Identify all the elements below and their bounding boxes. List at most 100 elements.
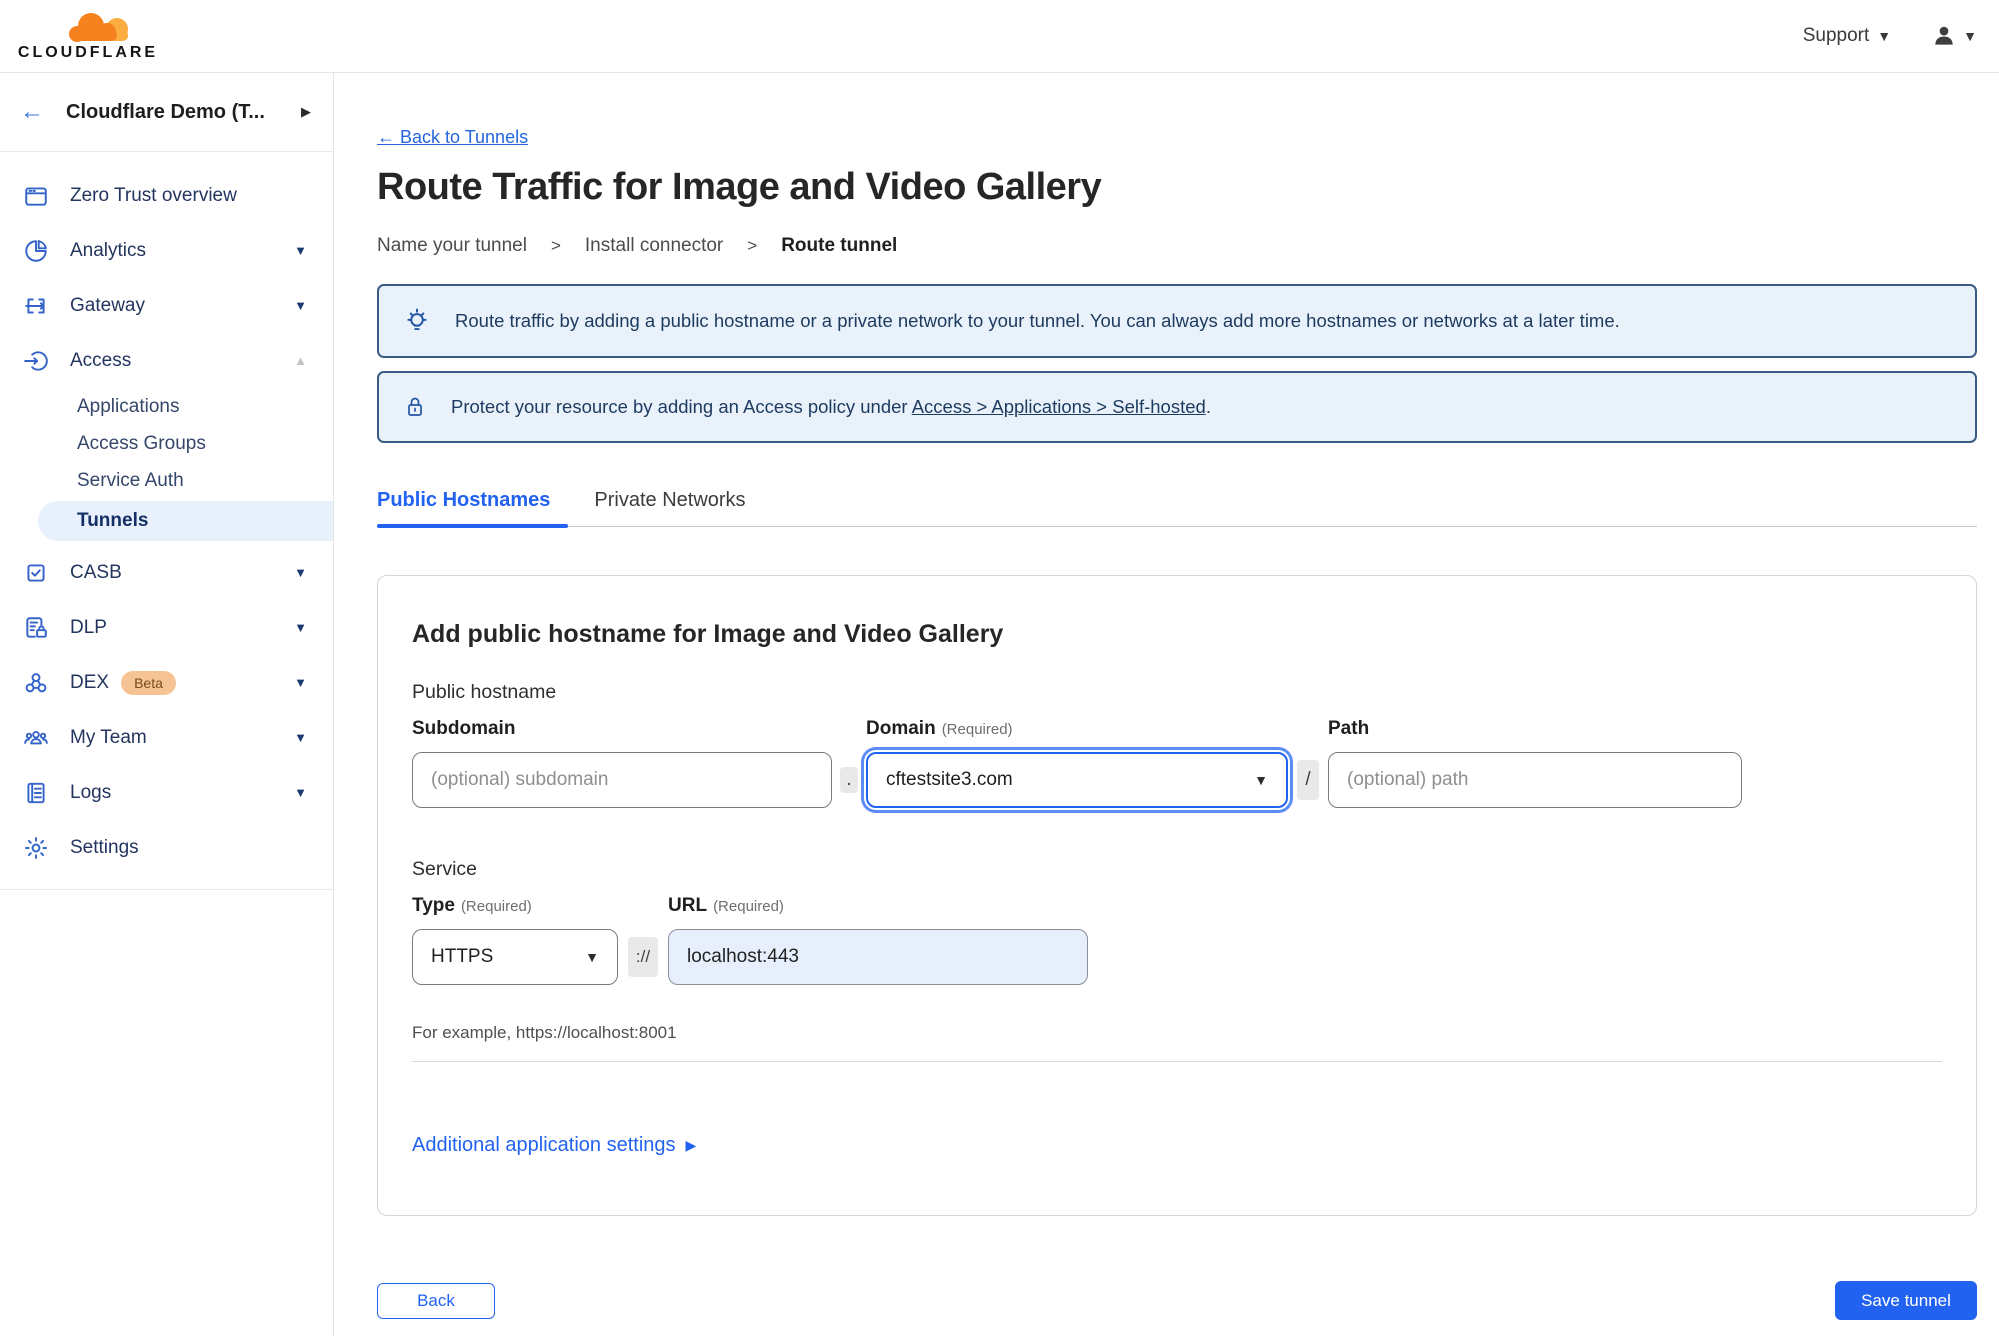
lightbulb-icon <box>407 308 427 331</box>
banner-text: Route traffic by adding a public hostnam… <box>455 310 1620 331</box>
card-divider <box>412 1061 1942 1062</box>
sidebar-item-access[interactable]: Access ▲ <box>0 333 333 388</box>
chevron-separator: > <box>550 236 561 255</box>
service-url-input[interactable] <box>668 929 1088 985</box>
support-menu[interactable]: Support ▼ <box>1803 25 1891 47</box>
chevron-down-icon: ▼ <box>294 565 307 580</box>
beta-badge: Beta <box>121 670 176 695</box>
service-section-label: Service <box>412 858 478 880</box>
lock-icon <box>408 397 422 416</box>
pie-chart-icon <box>22 237 50 265</box>
sidebar-item-access-groups[interactable]: Access Groups <box>0 425 333 462</box>
domain-select-value: cftestsite3.com <box>886 769 1013 790</box>
chevron-down-icon: ▼ <box>294 730 307 745</box>
chevron-right-icon: ▶ <box>301 104 311 119</box>
card-heading: Add public hostname for Image and Video … <box>412 620 1004 648</box>
cloudflare-wordmark: CLOUDFLARE <box>17 44 159 61</box>
sidebar-item-label: DLP <box>70 616 107 638</box>
chevron-down-icon: ▼ <box>294 785 307 800</box>
domain-required-note: (Required) <box>941 721 1013 738</box>
support-label: Support <box>1802 25 1870 46</box>
subdomain-input[interactable] <box>412 752 832 808</box>
sidebar: ← Cloudflare Demo (T... ▶ Zero Trust ove… <box>0 73 334 1336</box>
domain-label-text: Domain <box>866 718 936 739</box>
sidebar-item-applications[interactable]: Applications <box>0 388 333 425</box>
footer-actions: Back Save tunnel <box>377 1281 1977 1320</box>
account-switcher[interactable]: ← Cloudflare Demo (T... ▶ <box>0 73 333 152</box>
url-label: URL (Required) <box>668 895 1088 917</box>
access-applications-link[interactable]: Access > Applications > Self-hosted <box>912 396 1206 417</box>
service-field-row: Type (Required) HTTPS ▼ :// URL (Required) <box>412 895 1942 985</box>
scheme-separator: :// <box>628 937 658 977</box>
chevron-down-icon: ▼ <box>585 949 599 965</box>
type-label: Type (Required) <box>412 895 618 917</box>
account-name: Cloudflare Demo (T... <box>66 100 265 123</box>
cloudflare-logo[interactable]: CLOUDFLARE <box>18 10 158 62</box>
back-arrow-icon[interactable]: ← <box>20 98 44 126</box>
sidebar-item-service-auth[interactable]: Service Auth <box>0 462 333 499</box>
additional-settings-toggle[interactable]: Additional application settings ▶ <box>412 1134 696 1157</box>
dot-separator: . <box>840 767 858 793</box>
sidebar-item-dex[interactable]: DEX Beta ▼ <box>0 655 333 710</box>
tab-private-networks[interactable]: Private Networks <box>594 489 745 526</box>
sidebar-item-label: Zero Trust overview <box>70 184 237 206</box>
back-button[interactable]: Back <box>377 1282 495 1319</box>
user-menu[interactable]: ▼ <box>1931 23 1977 49</box>
sidebar-nav: Zero Trust overview Analytics ▼ Gateway … <box>0 152 333 890</box>
banner-text-before: Protect your resource by adding an Acces… <box>451 396 912 417</box>
url-example-hint: For example, https://localhost:8001 <box>412 1023 677 1042</box>
url-required-note: (Required) <box>713 898 784 915</box>
sidebar-item-analytics[interactable]: Analytics ▼ <box>0 223 333 278</box>
type-label-text: Type <box>412 895 455 916</box>
info-banner-access-policy: Protect your resource by adding an Acces… <box>377 371 1977 443</box>
public-hostname-card: Add public hostname for Image and Video … <box>377 575 1977 1216</box>
step-route-tunnel: Route tunnel <box>781 235 898 256</box>
sidebar-item-gateway[interactable]: Gateway ▼ <box>0 278 333 333</box>
sidebar-item-casb[interactable]: CASB ▼ <box>0 545 333 600</box>
back-to-tunnels-link[interactable]: ← Back to Tunnels <box>377 127 528 148</box>
sidebar-item-zero-trust-overview[interactable]: Zero Trust overview <box>0 168 333 223</box>
sidebar-item-label: Logs <box>70 781 112 803</box>
step-name-your-tunnel[interactable]: Name your tunnel <box>377 235 527 257</box>
chevron-right-icon: ▶ <box>685 1137 697 1153</box>
save-tunnel-button[interactable]: Save tunnel <box>1835 1281 1977 1320</box>
chevron-down-icon: ▼ <box>1877 28 1892 44</box>
gear-icon <box>22 834 50 862</box>
sidebar-item-my-team[interactable]: My Team ▼ <box>0 710 333 765</box>
tab-public-hostnames[interactable]: Public Hostnames <box>377 489 569 528</box>
sub-item-label: Service Auth <box>77 469 184 491</box>
casb-icon <box>22 559 50 587</box>
sidebar-item-settings[interactable]: Settings <box>0 820 333 875</box>
tab-bar: Public Hostnames Private Networks <box>377 489 1977 528</box>
domain-select[interactable]: cftestsite3.com ▼ <box>866 752 1288 808</box>
main-content: ← Back to Tunnels Route Traffic for Imag… <box>334 73 1999 1320</box>
sidebar-item-label: My Team <box>70 726 147 748</box>
chevron-up-icon: ▲ <box>294 353 307 368</box>
type-required-note: (Required) <box>460 898 532 915</box>
user-icon <box>1935 26 1953 45</box>
sidebar-item-dlp[interactable]: DLP ▼ <box>0 600 333 655</box>
chevron-down-icon: ▼ <box>1254 772 1268 788</box>
chevron-down-icon: ▼ <box>294 243 307 258</box>
url-label-text: URL <box>668 895 708 916</box>
chevron-down-icon: ▼ <box>1963 28 1977 44</box>
sidebar-item-logs[interactable]: Logs ▼ <box>0 765 333 820</box>
domain-label: Domain (Required) <box>866 718 1288 740</box>
dex-icon <box>22 669 50 697</box>
step-install-connector[interactable]: Install connector <box>585 235 723 257</box>
breadcrumb: Name your tunnel > Install connector > R… <box>377 235 1977 257</box>
subdomain-label: Subdomain <box>412 718 516 739</box>
chevron-down-icon: ▼ <box>294 620 307 635</box>
service-type-select[interactable]: HTTPS ▼ <box>412 929 618 985</box>
chevron-down-icon: ▼ <box>294 298 307 313</box>
logs-icon <box>22 779 50 807</box>
sidebar-item-label: Analytics <box>70 239 147 261</box>
additional-settings-label: Additional application settings <box>412 1134 676 1156</box>
sidebar-item-tunnels[interactable]: Tunnels <box>38 501 333 541</box>
top-header: CLOUDFLARE Support ▼ ▼ <box>0 0 1999 73</box>
sub-item-label: Applications <box>77 395 180 417</box>
window-icon <box>22 182 50 210</box>
path-input[interactable] <box>1328 752 1742 808</box>
sidebar-item-label: DEX <box>70 671 110 693</box>
sub-item-label: Tunnels <box>77 510 149 531</box>
